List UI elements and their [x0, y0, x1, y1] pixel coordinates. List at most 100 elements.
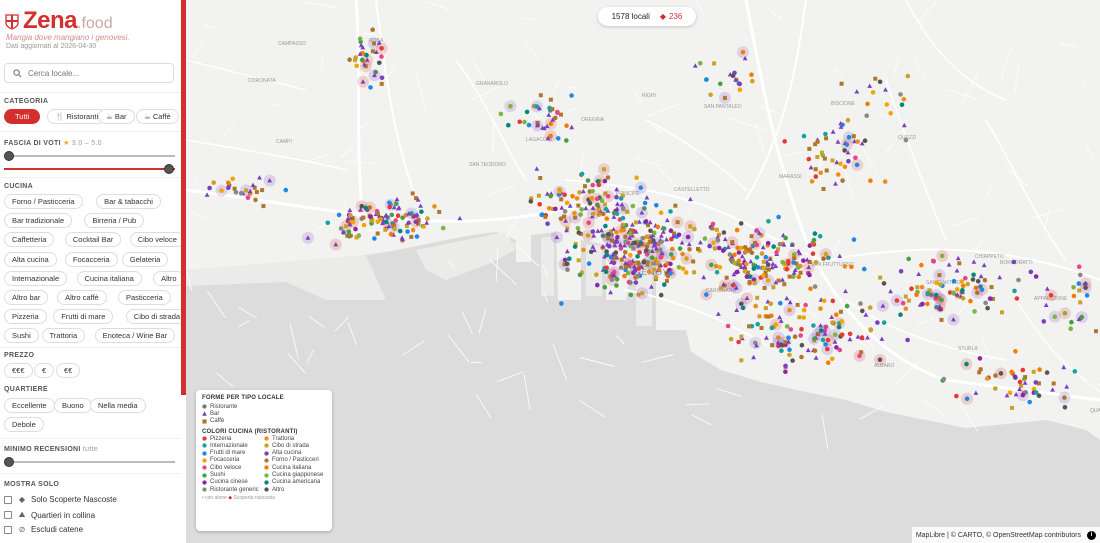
coffee-marker[interactable]	[755, 295, 760, 300]
restaurant-marker[interactable]	[581, 247, 586, 253]
restaurant-marker[interactable]	[1020, 367, 1026, 373]
restaurant-marker[interactable]	[626, 279, 632, 285]
restaurant-marker[interactable]	[730, 283, 736, 288]
bar-marker[interactable]	[835, 139, 841, 144]
restaurant-marker[interactable]	[577, 190, 582, 195]
restaurant-marker[interactable]	[801, 307, 807, 313]
coffee-marker[interactable]	[673, 203, 678, 208]
coffee-marker[interactable]	[819, 150, 824, 155]
restaurant-marker[interactable]	[528, 199, 534, 204]
cuisine-chip[interactable]: Altro bar	[4, 290, 49, 305]
bar-marker[interactable]	[614, 186, 620, 192]
restaurant-marker[interactable]	[614, 277, 620, 282]
restaurant-marker[interactable]	[614, 194, 619, 200]
restaurant-marker[interactable]	[779, 348, 784, 354]
restaurant-marker[interactable]	[400, 215, 405, 221]
restaurant-marker[interactable]	[993, 386, 998, 391]
restaurant-marker[interactable]	[633, 280, 639, 285]
restaurant-marker[interactable]	[766, 219, 771, 224]
restaurant-marker[interactable]	[740, 49, 746, 55]
restaurant-marker[interactable]	[570, 193, 575, 199]
restaurant-marker[interactable]	[747, 247, 753, 252]
coffee-marker[interactable]	[824, 168, 829, 173]
restaurant-marker[interactable]	[845, 117, 851, 123]
restaurant-marker[interactable]	[692, 226, 697, 232]
restaurant-marker[interactable]	[623, 239, 628, 245]
coffee-marker[interactable]	[576, 203, 581, 208]
restaurant-marker[interactable]	[765, 240, 771, 246]
coffee-marker[interactable]	[710, 226, 715, 231]
info-icon[interactable]: i	[1087, 530, 1096, 540]
restaurant-marker[interactable]	[1028, 269, 1034, 275]
restaurant-marker[interactable]	[605, 194, 611, 199]
quality-chip-weak[interactable]: Debole	[4, 417, 44, 432]
bar-marker[interactable]	[808, 165, 814, 170]
restaurant-marker[interactable]	[384, 219, 389, 225]
coffee-marker[interactable]	[747, 280, 752, 285]
restaurant-marker[interactable]	[346, 229, 352, 235]
restaurant-marker[interactable]	[419, 209, 424, 214]
restaurant-marker[interactable]	[754, 242, 760, 248]
restaurant-marker[interactable]	[867, 305, 873, 310]
restaurant-marker[interactable]	[728, 336, 734, 342]
restaurant-marker[interactable]	[875, 320, 880, 325]
restaurant-marker[interactable]	[1041, 319, 1047, 324]
coffee-marker[interactable]	[830, 158, 835, 163]
restaurant-marker[interactable]	[1044, 370, 1050, 375]
restaurant-marker[interactable]	[979, 287, 985, 293]
bar-marker[interactable]	[833, 181, 838, 186]
restaurant-marker[interactable]	[603, 223, 608, 229]
bar-marker[interactable]	[777, 314, 782, 320]
restaurant-marker[interactable]	[714, 269, 720, 275]
coffee-marker[interactable]	[757, 314, 762, 319]
restaurant-marker[interactable]	[783, 235, 788, 241]
checkbox-hill-districts[interactable]: ⛰ Quartieri in collina	[4, 510, 95, 520]
bar-marker[interactable]	[843, 288, 848, 294]
restaurant-marker[interactable]	[968, 298, 973, 304]
restaurant-marker[interactable]	[847, 331, 853, 337]
restaurant-marker[interactable]	[975, 279, 981, 284]
restaurant-marker[interactable]	[662, 282, 667, 287]
restaurant-marker[interactable]	[668, 209, 673, 214]
restaurant-marker[interactable]	[818, 306, 823, 311]
quality-chip-good[interactable]: Buono	[54, 398, 92, 413]
bar-marker[interactable]	[664, 237, 669, 242]
coffee-marker[interactable]	[782, 282, 787, 287]
restaurant-marker[interactable]	[1033, 274, 1039, 279]
restaurant-marker[interactable]	[730, 73, 736, 79]
coffee-marker[interactable]	[375, 211, 380, 216]
coffee-marker[interactable]	[1078, 300, 1083, 305]
restaurant-marker[interactable]	[842, 264, 848, 269]
restaurant-marker[interactable]	[658, 254, 664, 260]
restaurant-marker[interactable]	[832, 332, 838, 338]
restaurant-marker[interactable]	[751, 266, 757, 271]
bar-marker[interactable]	[564, 248, 570, 254]
bar-marker[interactable]	[780, 277, 785, 282]
restaurant-marker[interactable]	[352, 57, 358, 63]
bar-marker[interactable]	[854, 89, 860, 94]
restaurant-marker[interactable]	[759, 251, 765, 256]
coffee-marker[interactable]	[787, 274, 792, 279]
restaurant-marker[interactable]	[378, 216, 383, 222]
cuisine-chip[interactable]: Cucina italiana	[76, 270, 142, 286]
restaurant-marker[interactable]	[658, 210, 664, 215]
bar-marker[interactable]	[559, 205, 565, 210]
restaurant-marker[interactable]	[738, 221, 744, 226]
restaurant-marker[interactable]	[1068, 326, 1073, 332]
coffee-marker[interactable]	[937, 273, 942, 278]
restaurant-marker[interactable]	[919, 284, 925, 290]
restaurant-marker[interactable]	[853, 155, 858, 161]
quality-chip-excellent[interactable]: Eccellente	[4, 398, 55, 413]
restaurant-marker[interactable]	[364, 52, 369, 58]
restaurant-marker[interactable]	[727, 252, 733, 257]
restaurant-marker[interactable]	[959, 279, 965, 284]
coffee-marker[interactable]	[1023, 375, 1028, 380]
bar-marker[interactable]	[581, 188, 586, 194]
coffee-marker[interactable]	[873, 76, 878, 81]
restaurant-marker[interactable]	[914, 292, 919, 298]
cuisine-chip[interactable]: Sushi	[4, 328, 39, 344]
restaurant-marker[interactable]	[654, 203, 659, 208]
restaurant-marker[interactable]	[545, 221, 550, 226]
restaurant-marker[interactable]	[749, 72, 754, 77]
restaurant-marker[interactable]	[1012, 288, 1017, 294]
